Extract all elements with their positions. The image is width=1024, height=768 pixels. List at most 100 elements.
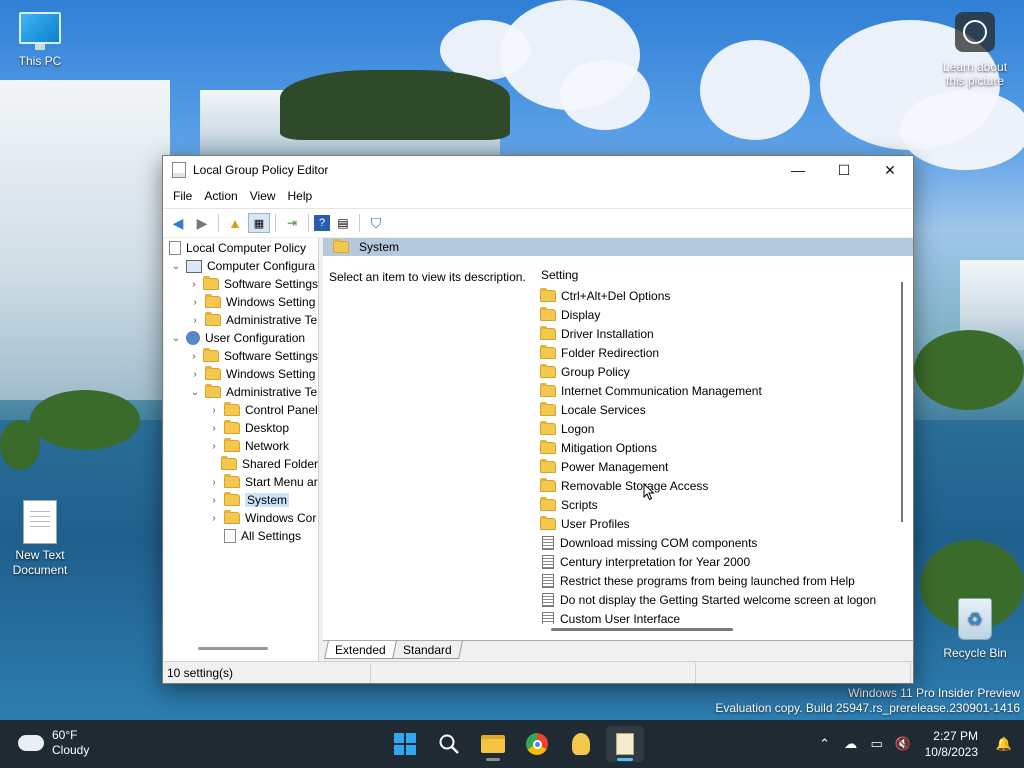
desktop-icon-recycle-bin[interactable]: ♻ Recycle Bin	[935, 598, 1015, 660]
start-button[interactable]	[386, 726, 424, 762]
chevron-right-icon[interactable]: ›	[189, 297, 201, 308]
chevron-right-icon[interactable]: ›	[208, 513, 220, 524]
chevron-right-icon[interactable]: ›	[208, 441, 220, 452]
forward-arrow-icon[interactable]: ▶	[191, 213, 213, 233]
settings-folder-label: Group Policy	[561, 364, 630, 379]
folder-icon	[205, 384, 221, 398]
policy-setting-row[interactable]: Custom User Interface	[535, 609, 905, 624]
tree-item[interactable]: › Desktop	[164, 419, 318, 437]
settings-folder-row[interactable]: Removable Storage Access	[535, 476, 905, 495]
taskbar-file-explorer[interactable]	[474, 726, 512, 762]
minimize-button[interactable]: —	[775, 156, 821, 184]
settings-folder-row[interactable]: Display	[535, 305, 905, 324]
policy-setting-label: Download missing COM components	[560, 535, 758, 550]
chevron-right-icon[interactable]: ›	[189, 369, 201, 380]
settings-horizontal-scrollbar[interactable]	[551, 628, 733, 631]
help-icon[interactable]: ?	[314, 215, 330, 231]
maximize-button[interactable]: ☐	[821, 156, 867, 184]
settings-folder-row[interactable]: Group Policy	[535, 362, 905, 381]
tree-item[interactable]: Shared Folder	[164, 455, 318, 473]
settings-folder-row[interactable]: Mitigation Options	[535, 438, 905, 457]
tree-item-label: Start Menu ar	[245, 475, 318, 489]
folder-icon	[540, 458, 556, 473]
tab-standard[interactable]: Standard	[391, 641, 463, 659]
up-one-level-icon[interactable]: ▲	[224, 213, 246, 233]
tree-item-local-computer-policy[interactable]: Local Computer Policy	[164, 239, 318, 257]
policy-setting-row[interactable]: Do not display the Getting Started welco…	[535, 590, 905, 609]
settings-folder-row[interactable]: Ctrl+Alt+Del Options	[535, 286, 905, 305]
title-bar[interactable]: Local Group Policy Editor — ☐ ✕	[163, 156, 913, 184]
policy-setting-row[interactable]: Century interpretation for Year 2000	[535, 552, 905, 571]
menu-view[interactable]: View	[244, 189, 282, 203]
settings-folder-row[interactable]: Folder Redirection	[535, 343, 905, 362]
status-bar: 10 setting(s)	[163, 661, 913, 683]
chevron-right-icon[interactable]: ›	[208, 405, 220, 416]
tree-item[interactable]: › Network	[164, 437, 318, 455]
menu-action[interactable]: Action	[198, 189, 243, 203]
onedrive-icon[interactable]: ☁	[843, 736, 859, 752]
settings-folder-row[interactable]: Power Management	[535, 457, 905, 476]
tree-item[interactable]: › Windows Setting	[164, 293, 318, 311]
tree-item[interactable]: ⌄ User Configuration	[164, 329, 318, 347]
chevron-right-icon[interactable]: ›	[189, 351, 199, 362]
policy-setting-row[interactable]: Restrict these programs from being launc…	[535, 571, 905, 590]
properties-icon[interactable]: ▤	[332, 213, 354, 233]
desktop-icon-label: This PC	[18, 54, 62, 68]
filter-icon[interactable]: ⛉	[365, 213, 387, 233]
tree-item[interactable]: ⌄ Administrative Te	[164, 383, 318, 401]
policy-setting-label: Restrict these programs from being launc…	[560, 573, 855, 588]
tree-item[interactable]: › Software Settings	[164, 275, 318, 293]
tree-item[interactable]: › System	[164, 491, 318, 509]
settings-folder-row[interactable]: Logon	[535, 419, 905, 438]
notification-bell-icon[interactable]: 🔔	[996, 736, 1012, 752]
folder-icon	[540, 344, 556, 359]
taskbar-tips[interactable]	[562, 726, 600, 762]
chevron-up-icon[interactable]: ⌃	[817, 736, 833, 752]
tree-item[interactable]: › Administrative Te	[164, 311, 318, 329]
menu-file[interactable]: File	[167, 189, 198, 203]
tree-item[interactable]: › Windows Cor	[164, 509, 318, 527]
chevron-down-icon[interactable]: ⌄	[170, 333, 182, 344]
settings-folder-row[interactable]: Scripts	[535, 495, 905, 514]
weather-widget[interactable]: 60°F Cloudy	[18, 728, 89, 758]
column-header-setting[interactable]: Setting	[535, 264, 905, 286]
export-list-icon[interactable]: ⇥	[281, 213, 303, 233]
chevron-down-icon[interactable]: ⌄	[189, 387, 201, 398]
settings-vertical-scrollbar[interactable]	[901, 282, 903, 522]
volume-muted-icon[interactable]: 🔇	[895, 736, 911, 752]
desktop-icon-new-text-document[interactable]: New Text Document	[0, 500, 80, 578]
taskbar-chrome[interactable]	[518, 726, 556, 762]
settings-folder-row[interactable]: Locale Services	[535, 400, 905, 419]
chevron-right-icon[interactable]: ›	[208, 423, 220, 434]
tree-item[interactable]: All Settings	[164, 527, 318, 545]
chevron-right-icon[interactable]: ›	[189, 315, 201, 326]
desktop-icon-this-pc[interactable]: This PC	[0, 12, 80, 68]
settings-folder-row[interactable]: Driver Installation	[535, 324, 905, 343]
tree-item[interactable]: › Start Menu ar	[164, 473, 318, 491]
folder-icon	[205, 366, 221, 380]
chevron-right-icon[interactable]: ›	[189, 279, 199, 290]
chevron-right-icon[interactable]: ›	[208, 495, 220, 506]
tree-item-label: System	[245, 493, 290, 507]
policy-setting-row[interactable]: Download missing COM components	[535, 533, 905, 552]
desktop-icon-learn-about-picture[interactable]: Learn about this picture	[934, 12, 1016, 88]
tree-item[interactable]: ⌄ Computer Configura	[164, 257, 318, 275]
show-hide-tree-icon[interactable]: ▦	[248, 213, 270, 233]
network-icon[interactable]: ▭	[869, 736, 885, 752]
tree-item[interactable]: › Control Panel	[164, 401, 318, 419]
settings-folder-row[interactable]: User Profiles	[535, 514, 905, 533]
tab-extended[interactable]: Extended	[324, 641, 397, 659]
back-arrow-icon[interactable]: ◀	[167, 213, 189, 233]
search-button[interactable]	[430, 726, 468, 762]
folder-icon	[540, 401, 556, 416]
clock[interactable]: 2:27 PM 10/8/2023	[925, 728, 978, 760]
close-button[interactable]: ✕	[867, 156, 913, 184]
taskbar-group-policy-editor[interactable]	[606, 726, 644, 762]
settings-folder-row[interactable]: Internet Communication Management	[535, 381, 905, 400]
menu-help[interactable]: Help	[282, 189, 319, 203]
tree-item[interactable]: › Software Settings	[164, 347, 318, 365]
tree-item[interactable]: › Windows Setting	[164, 365, 318, 383]
chevron-right-icon[interactable]: ›	[208, 477, 220, 488]
tree-horizontal-scrollbar[interactable]	[198, 647, 268, 650]
chevron-down-icon[interactable]: ⌄	[170, 261, 182, 272]
